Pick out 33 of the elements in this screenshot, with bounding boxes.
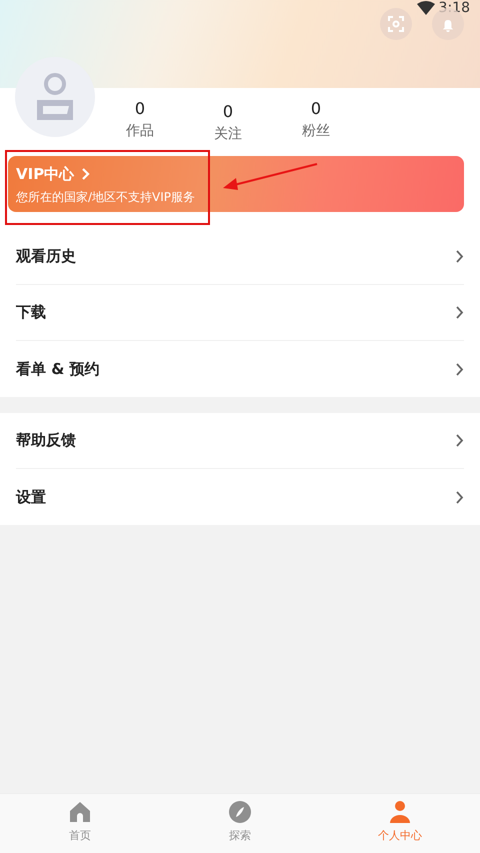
- menu-item[interactable]: 帮助反馈: [16, 413, 464, 469]
- vip-subtitle: 您所在的国家/地区不支持VIP服务: [16, 188, 196, 206]
- menu-item[interactable]: 设置: [16, 469, 464, 525]
- menu-label: 设置: [16, 486, 46, 508]
- wifi-icon: [416, 1, 435, 15]
- scan-icon: [388, 16, 404, 32]
- stat-value: 0: [134, 98, 146, 120]
- chevron-icon: [456, 362, 464, 376]
- chevron-icon: [456, 250, 464, 263]
- vip-title: VIP中心: [16, 164, 74, 185]
- menu-item[interactable]: 观看历史: [16, 229, 464, 285]
- person-icon: [35, 72, 75, 122]
- scan-button[interactable]: [380, 8, 412, 40]
- compass-icon: [228, 800, 252, 824]
- menu-label: 下载: [16, 302, 46, 324]
- stat-value: 0: [310, 98, 322, 120]
- menu-label: 观看历史: [16, 246, 76, 268]
- menu-label: 帮助反馈: [16, 430, 76, 452]
- person-icon: [388, 800, 412, 824]
- menu-label: 看单 & 预约: [16, 358, 100, 380]
- bell-icon: [442, 19, 454, 33]
- menu-item[interactable]: 看单 & 预约: [16, 341, 464, 397]
- stat-label: 粉丝: [302, 122, 330, 141]
- stat-value: 0: [222, 101, 234, 123]
- stat-label: 关注: [214, 125, 242, 144]
- chevron-icon: [456, 434, 464, 447]
- chevron-icon: [456, 306, 464, 319]
- home-icon: [68, 800, 92, 824]
- stat-label: 作品: [126, 122, 154, 141]
- chevron-icon: [456, 490, 464, 504]
- status-time: 3:18: [438, 1, 470, 15]
- chevron-icon: [82, 168, 90, 180]
- menu-item[interactable]: 下载: [16, 285, 464, 341]
